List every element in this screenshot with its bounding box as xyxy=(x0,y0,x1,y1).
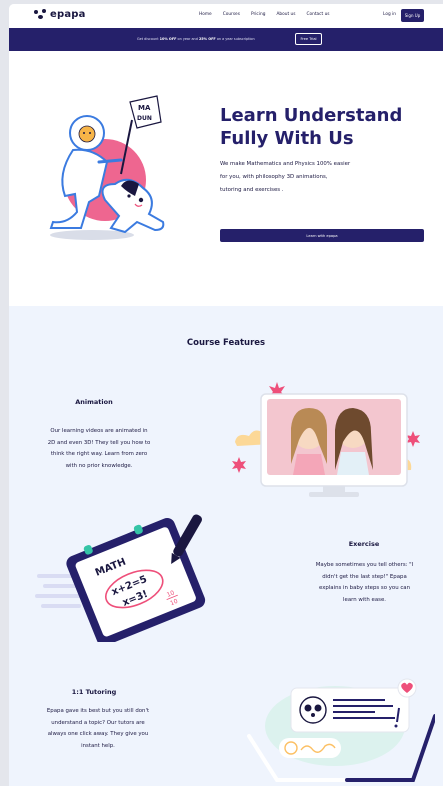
hero-description: We make Mathematics and Physics 100% eas… xyxy=(220,158,410,197)
hero-desc-line-1: We make Mathematics and Physics 100% eas… xyxy=(220,161,351,167)
hero-desc-line-2: for you, with philosophy 3D animations, xyxy=(220,174,328,180)
promo-discount-2: 25% OFF xyxy=(198,37,216,41)
exercise-line-4: learn with ease. xyxy=(343,596,386,603)
animation-description: Our learning videos are animated in 2D a… xyxy=(29,426,169,472)
navbar: epapa Home Courses Pricing About us Cont… xyxy=(9,4,443,28)
animation-line-1: Our learning videos are animated in xyxy=(50,428,148,434)
exercise-line-2: didn't get the last step!" Epapa xyxy=(322,573,407,580)
nav-link-home[interactable]: Home xyxy=(199,12,212,17)
promo-text: Get discount 10% OFF on year and 25% OFF… xyxy=(137,37,255,41)
math-tablet-illustration: MATH x+2=5 x=3! 10 10 xyxy=(35,512,215,642)
exercise-heading: Exercise xyxy=(348,540,380,548)
tutoring-chat-illustration xyxy=(235,676,435,786)
promo-text-mid: on year and xyxy=(176,37,199,41)
exercise-description: Maybe sometimes you tell others: "I didn… xyxy=(292,560,437,606)
panda-logo-icon xyxy=(34,9,47,20)
free-trial-button[interactable]: Free Trial xyxy=(295,33,322,45)
logo[interactable]: epapa xyxy=(34,9,86,20)
exercise-line-3: explains in baby steps so you can xyxy=(318,585,411,591)
tutoring-line-3: always one click away. They give you xyxy=(47,731,149,737)
nav-link-courses[interactable]: Courses xyxy=(223,12,240,17)
signup-button[interactable]: Sign Up xyxy=(401,9,424,22)
tutoring-line-2: understand a topic? Our tutors are xyxy=(51,719,145,726)
animation-line-2: 2D and even 3D! They tell you how to xyxy=(47,439,151,446)
course-features-section: Course Features Animation Our learning v… xyxy=(9,306,443,786)
hero-illustration: MA DUN xyxy=(37,92,177,257)
nav-links: Home Courses Pricing About us Contact us xyxy=(199,12,330,17)
nav-link-about[interactable]: About us xyxy=(276,12,295,17)
login-link[interactable]: Log in xyxy=(383,12,396,17)
promo-discount-1: 10% OFF xyxy=(159,37,177,41)
hero-title: Learn Understand Fully With Us xyxy=(220,105,403,149)
svg-text:DUN: DUN xyxy=(137,115,152,122)
learn-with-epapa-button[interactable]: Learn with epapa xyxy=(220,229,424,242)
page-card: epapa Home Courses Pricing About us Cont… xyxy=(9,4,443,786)
logo-text: epapa xyxy=(50,9,86,20)
exercise-line-1: Maybe sometimes you tell others: "I xyxy=(315,562,414,568)
animation-line-3: think the right way. Learn from zero xyxy=(50,451,148,457)
tutoring-line-4: instant help. xyxy=(81,742,115,749)
flag-text: MA xyxy=(138,104,151,112)
tutoring-description: Epapa gave its best but you still don't … xyxy=(23,706,173,752)
tutoring-heading: 1:1 Tutoring xyxy=(71,688,117,696)
nav-link-pricing[interactable]: Pricing xyxy=(251,12,265,17)
monitor-kids-illustration xyxy=(227,374,427,504)
animation-line-4: with no prior knowledge. xyxy=(65,462,133,469)
tutoring-line-1: Epapa gave its best but you still don't xyxy=(46,708,150,714)
animation-heading: Animation xyxy=(75,398,113,406)
hero-desc-line-3: tutoring and exercises . xyxy=(220,187,284,193)
promo-text-prefix: Get discount xyxy=(137,37,160,41)
promo-text-suffix: on a year subscription xyxy=(215,37,255,41)
nav-link-contact[interactable]: Contact us xyxy=(306,12,329,17)
section-title: Course Features xyxy=(186,338,266,348)
promo-bar: Get discount 10% OFF on year and 25% OFF… xyxy=(9,28,443,51)
